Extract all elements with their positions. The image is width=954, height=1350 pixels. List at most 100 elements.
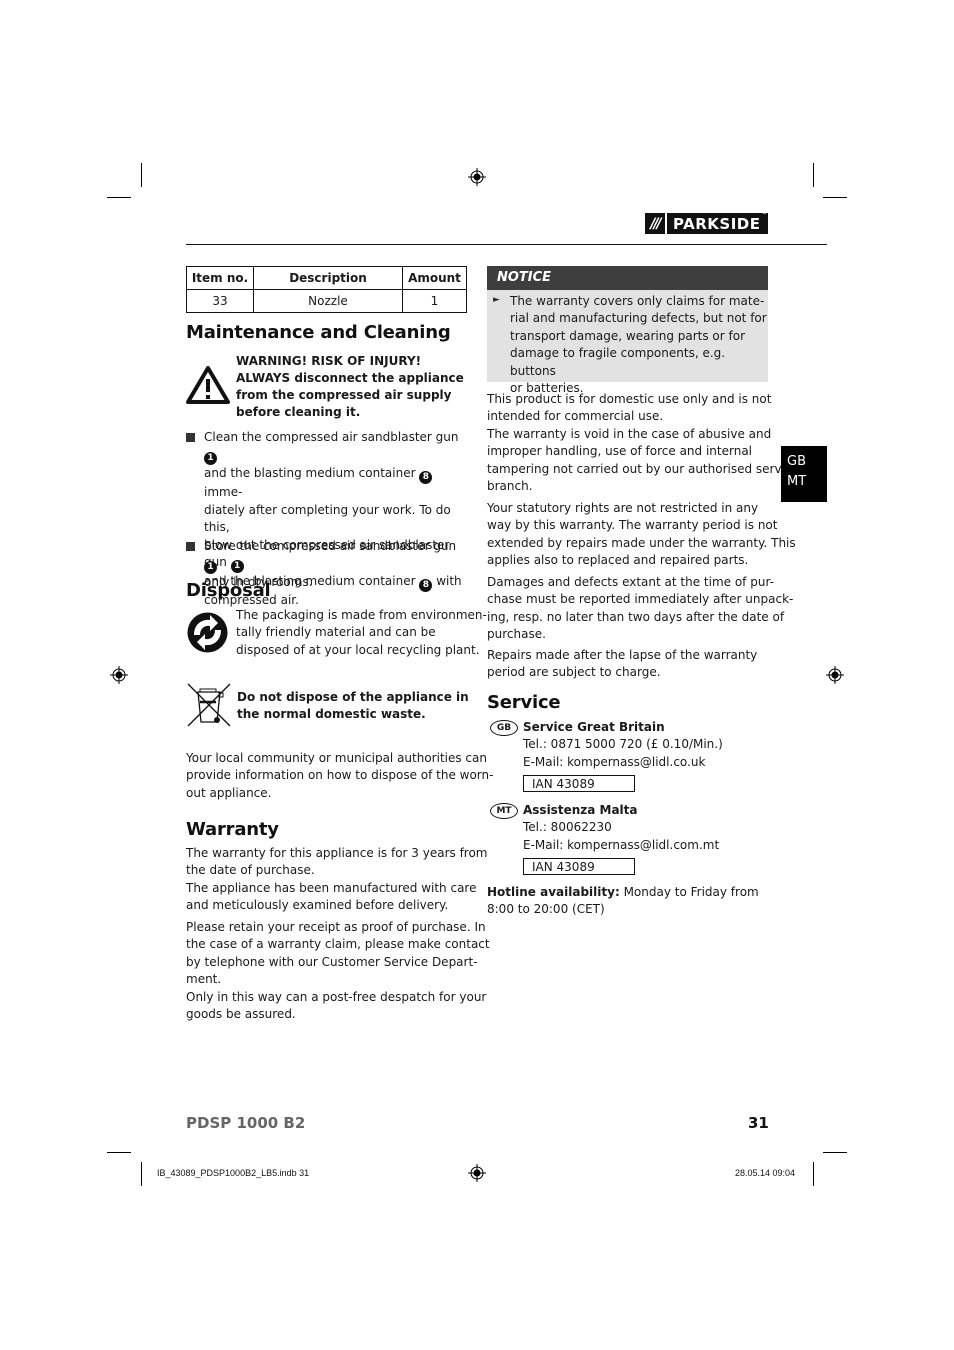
text: goods be assured. (186, 1007, 296, 1022)
text: by telephone with our Customer Service D… (186, 954, 478, 969)
warranty-para-1: The warranty for this appliance is for 3… (186, 845, 488, 915)
warning-line: from the compressed air supply (236, 388, 452, 402)
ref-number-icon: 8 (419, 471, 433, 485)
crop-mark (813, 163, 814, 187)
parts-table: Item no. Description Amount 33 Nozzle 1 (186, 266, 467, 313)
warning-line: WARNING! RISK OF INJURY! (236, 354, 422, 368)
registration-mark-icon (468, 168, 486, 186)
text: Your local community or municipal author… (186, 751, 487, 765)
crop-mark (823, 1152, 847, 1153)
crop-mark (141, 163, 142, 187)
brand-text: PARKSIDE (673, 214, 761, 233)
notice-header: NOTICE (487, 266, 768, 290)
text: the normal domestic waste. (237, 707, 426, 721)
registration-mark-icon (468, 1164, 486, 1182)
table-row: 33 Nozzle 1 (186, 289, 467, 313)
slug-file-info: IB_43089_PDSP1000B2_LB5.indb 31 (157, 1168, 310, 1178)
text: tally friendly material and can be (236, 625, 436, 640)
slug-date: 28.05.14 09:04 (735, 1168, 796, 1178)
crop-mark (141, 1162, 142, 1186)
logo-brand: PARKSIDE® (667, 209, 768, 233)
text: Clean the compressed air sandblaster gun (204, 430, 459, 444)
warranty-conditions-para-3: Damages and defects extant at the time o… (487, 574, 793, 644)
disposal-heading: Disposal (186, 580, 271, 601)
table-cell: 33 (186, 289, 254, 313)
text: The appliance has been manufactured with… (186, 880, 477, 895)
text: purchase. (487, 627, 546, 642)
service-name: Service Great Britain (523, 720, 665, 734)
service-email: E-Mail: kompernass@lidl.com.mt (523, 837, 720, 852)
text: ing, resp. no later than two days after … (487, 609, 785, 624)
text: transport damage, wearing parts or for (510, 328, 746, 343)
text: ment. (186, 972, 222, 987)
text: provide information on how to dispose of… (186, 768, 494, 783)
packaging-text: The packaging is made from environmen- t… (236, 607, 487, 659)
service-mt: Assistenza Malta Tel.: 80062230 E-Mail: … (523, 802, 719, 854)
crop-mark (823, 197, 847, 198)
service-phone: Tel.: 80062230 (523, 820, 612, 835)
crop-mark (107, 197, 131, 198)
parkside-logo: /// PARKSIDE® (645, 209, 768, 234)
notice-text: The warranty covers only claims for mate… (510, 293, 768, 397)
disposal-info-text: Your local community or municipal author… (186, 750, 493, 802)
text: rial and manufacturing defects, but not … (510, 311, 767, 326)
text: Do not dispose of the appliance in (237, 690, 469, 704)
service-phone: Tel.: 0871 5000 720 (£ 0.10/Min.) (523, 737, 723, 752)
crop-mark (813, 1162, 814, 1186)
text: tampering not carried out by our authori… (487, 461, 799, 476)
text: Please retain your receipt as proof of p… (186, 920, 486, 934)
ref-number-icon: 1 (204, 561, 217, 575)
service-gb: Service Great Britain Tel.: 0871 5000 72… (523, 719, 723, 771)
bullet-square-icon (186, 433, 195, 442)
crop-mark (107, 1152, 131, 1153)
language-code: MT (787, 474, 807, 489)
page-number: 31 (748, 1114, 769, 1132)
text: Monday to Friday from (619, 885, 759, 899)
text: Store the compressed air sandblaster gun (204, 539, 457, 553)
ref-number-icon: 1 (204, 452, 217, 466)
text: Only in this way can a post-free despatc… (186, 989, 487, 1004)
country-badge-gb: GB (490, 720, 518, 736)
text: Damages and defects extant at the time o… (487, 575, 774, 589)
service-name: Assistenza Malta (523, 803, 638, 817)
text: extended by repairs made under the warra… (487, 535, 796, 550)
header-rule (186, 244, 827, 245)
footer-model: PDSP 1000 B2 (186, 1114, 306, 1132)
text: applies also to replaced and repaired pa… (487, 553, 749, 568)
warning-line: before cleaning it. (236, 405, 361, 419)
text: The warranty is void in the case of abus… (487, 426, 772, 441)
service-email: E-Mail: kompernass@lidl.co.uk (523, 754, 706, 769)
ian-box: IAN 43089 (523, 858, 635, 875)
text: chase must be reported immediately after… (487, 592, 794, 607)
logo-slashes: /// (645, 213, 668, 234)
warranty-heading: Warranty (186, 819, 279, 840)
text: Repairs made after the lapse of the warr… (487, 648, 758, 662)
column-header: Description (253, 266, 403, 290)
warning-text: WARNING! RISK OF INJURY! ALWAYS disconne… (236, 353, 464, 421)
warranty-para-2: Please retain your receipt as proof of p… (186, 919, 490, 1023)
warranty-conditions-para-1: This product is for domestic use only an… (487, 391, 799, 495)
text: the case of a warranty claim, please mak… (186, 937, 490, 952)
text: intended for commercial use. (487, 409, 664, 424)
notice-body: ► The warranty covers only claims for ma… (487, 290, 768, 395)
notice-title: NOTICE (497, 270, 552, 285)
bullet-square-icon (186, 542, 195, 551)
hotline-label: Hotline availability: (487, 885, 620, 899)
language-code: GB (787, 454, 806, 469)
weee-warning-text: Do not dispose of the appliance in the n… (237, 689, 469, 723)
warning-line: ALWAYS disconnect the appliance (236, 371, 464, 385)
ian-box: IAN 43089 (523, 775, 635, 792)
text: damage to fragile components, e.g. butto… (510, 346, 726, 378)
warranty-conditions-para-2: Your statutory rights are not restricted… (487, 500, 796, 570)
hotline-availability: Hotline availability: Monday to Friday f… (487, 884, 759, 919)
text: and meticulously examined before deliver… (186, 898, 449, 913)
warranty-conditions-para-4: Repairs made after the lapse of the warr… (487, 647, 757, 682)
country-badge-mt: MT (490, 803, 518, 819)
registration-mark-icon (826, 666, 844, 684)
text: The warranty covers only claims for mate… (510, 294, 765, 308)
text: period are subject to charge. (487, 665, 661, 680)
column-header: Amount (402, 266, 467, 290)
text: the date of purchase. (186, 863, 315, 878)
registered-mark: ® (761, 208, 768, 216)
text: diately after completing your work. To d… (204, 502, 451, 535)
